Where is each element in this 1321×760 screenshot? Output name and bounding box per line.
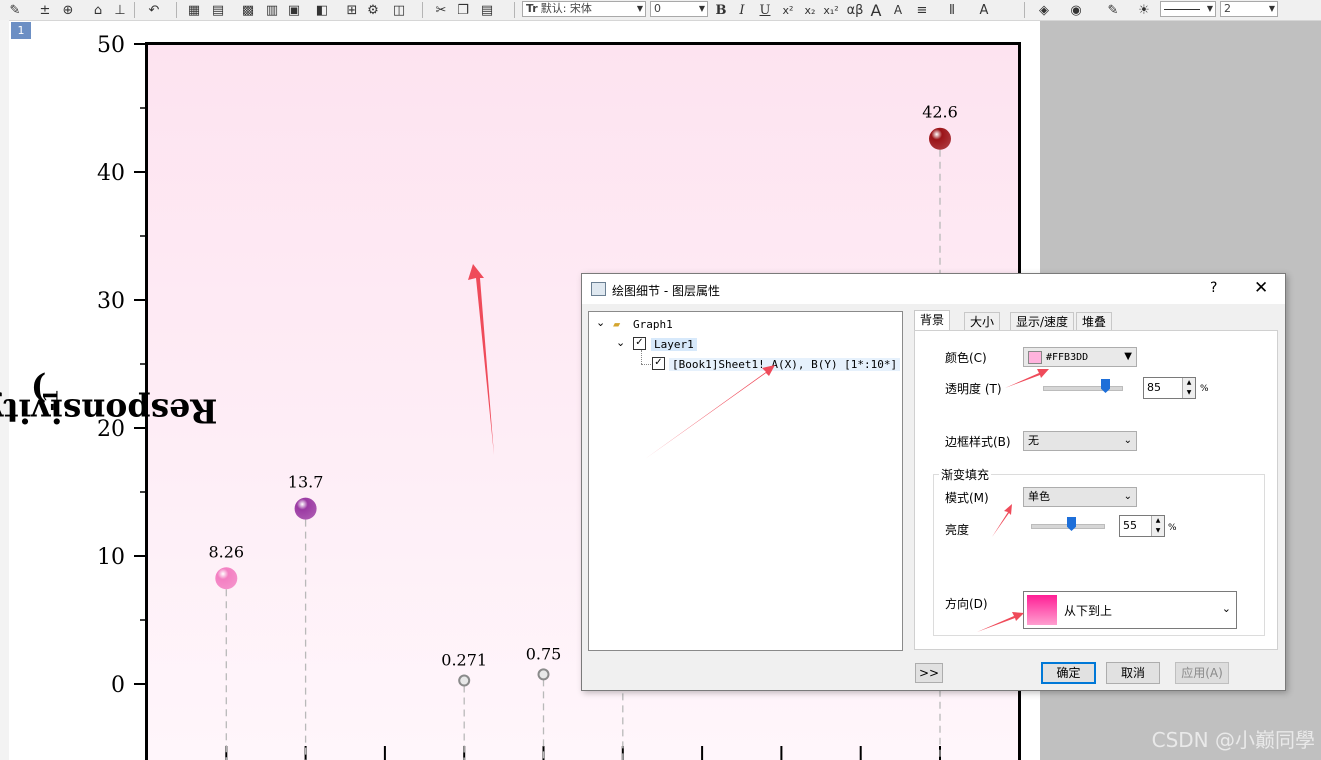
data-label: 42.6 xyxy=(922,103,958,122)
annotation-arrow xyxy=(977,612,1024,632)
y-tick-label: 50 xyxy=(97,33,125,58)
data-point[interactable] xyxy=(537,668,550,681)
data-point[interactable] xyxy=(458,674,471,687)
annotation-arrow xyxy=(468,264,494,455)
watermark: CSDN @小巅同學 xyxy=(1151,728,1315,752)
annotation-arrow xyxy=(992,504,1012,537)
data-point[interactable] xyxy=(294,497,317,520)
y-tick-label: 40 xyxy=(97,161,125,186)
dialog-title: 绘图细节 - 图层属性 xyxy=(612,284,720,298)
expand-button[interactable]: >> xyxy=(915,663,943,683)
annotation-arrow xyxy=(645,365,775,459)
y-tick-label: 30 xyxy=(97,289,125,314)
background-panel: 颜色(C) #FFB3DD ▼ 透明度 (T) 85 ▲ ▼ % 边框样式(B) 无 ⌄… xyxy=(914,330,1278,650)
tab-display-speed[interactable]: 显示/速度 xyxy=(1010,312,1075,331)
annotation-arrow xyxy=(1005,369,1049,388)
tab-size[interactable]: 大小 xyxy=(964,312,1001,331)
y-tick-label: 0 xyxy=(111,673,125,698)
data-label: 8.26 xyxy=(208,542,244,561)
dialog-titlebar[interactable]: 绘图细节 - 图层属性 ? ✕ xyxy=(582,274,1285,304)
data-point[interactable] xyxy=(929,127,951,150)
apply-button[interactable]: 应用(A) xyxy=(1175,662,1229,684)
plot-details-dialog: 绘图细节 - 图层属性 ? ✕ ⌄ ▰ Graph1 ⌄ ✓ Layer1 ✓ … xyxy=(581,273,1286,691)
dialog-icon xyxy=(591,282,606,296)
data-point[interactable] xyxy=(215,567,238,590)
cancel-button[interactable]: 取消 xyxy=(1106,662,1160,684)
close-button[interactable]: ✕ xyxy=(1254,278,1268,298)
data-label: 0.271 xyxy=(441,651,487,670)
ok-button[interactable]: 确定 xyxy=(1041,662,1096,684)
tab-background[interactable]: 背景 xyxy=(914,310,951,331)
data-label: 13.7 xyxy=(288,473,324,492)
tab-stack[interactable]: 堆叠 xyxy=(1076,312,1113,331)
help-button[interactable]: ? xyxy=(1210,280,1217,296)
y-tick-label: 10 xyxy=(97,545,125,570)
data-label: 0.75 xyxy=(526,644,562,663)
object-tree[interactable]: ⌄ ▰ Graph1 ⌄ ✓ Layer1 ✓ [Book1]Sheet1! A… xyxy=(588,311,903,651)
